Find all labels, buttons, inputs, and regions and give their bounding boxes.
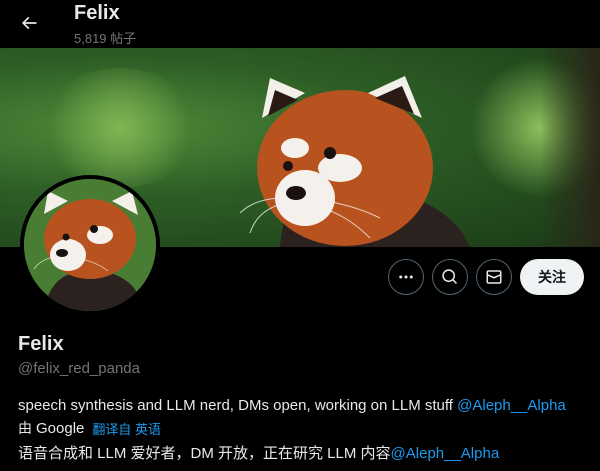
google-logo: Google [36,419,85,437]
red-panda-avatar-image [24,179,156,311]
translated-by-label: 由 [18,420,32,436]
avatar[interactable] [20,175,160,315]
search-button[interactable] [432,259,468,295]
user-handle: @felix_red_panda [18,360,140,377]
bio: speech synthesis and LLM nerd, DMs open,… [18,396,566,416]
top-bar: Felix 5,819 帖子 [0,0,600,48]
more-dots-icon [399,275,413,279]
profile-actions: 关注 [388,259,584,295]
display-name: Felix [18,333,64,355]
translated-bio-text: 语音合成和 LLM 爱好者，DM 开放，正在研究 LLM 内容 [18,445,391,462]
header-name: Felix [74,2,120,24]
translation-attribution: 由 Google 翻译自 英语 [18,418,161,438]
message-button[interactable] [476,259,512,295]
post-count: 5,819 帖子 [74,31,137,46]
arrow-left-icon [21,16,37,30]
bio-mention-link[interactable]: @Aleph__Alpha [457,397,566,414]
envelope-icon [486,270,502,284]
back-button[interactable] [14,8,44,38]
follow-button[interactable]: 关注 [520,259,584,295]
more-button[interactable] [388,259,424,295]
translate-from-link[interactable]: 翻译自 英语 [92,419,161,438]
search-icon [442,269,458,284]
bio-text: speech synthesis and LLM nerd, DMs open,… [18,397,458,414]
translated-bio: 语音合成和 LLM 爱好者，DM 开放，正在研究 LLM 内容@Aleph__A… [18,442,499,463]
translated-mention-link[interactable]: @Aleph__Alpha [391,445,500,462]
